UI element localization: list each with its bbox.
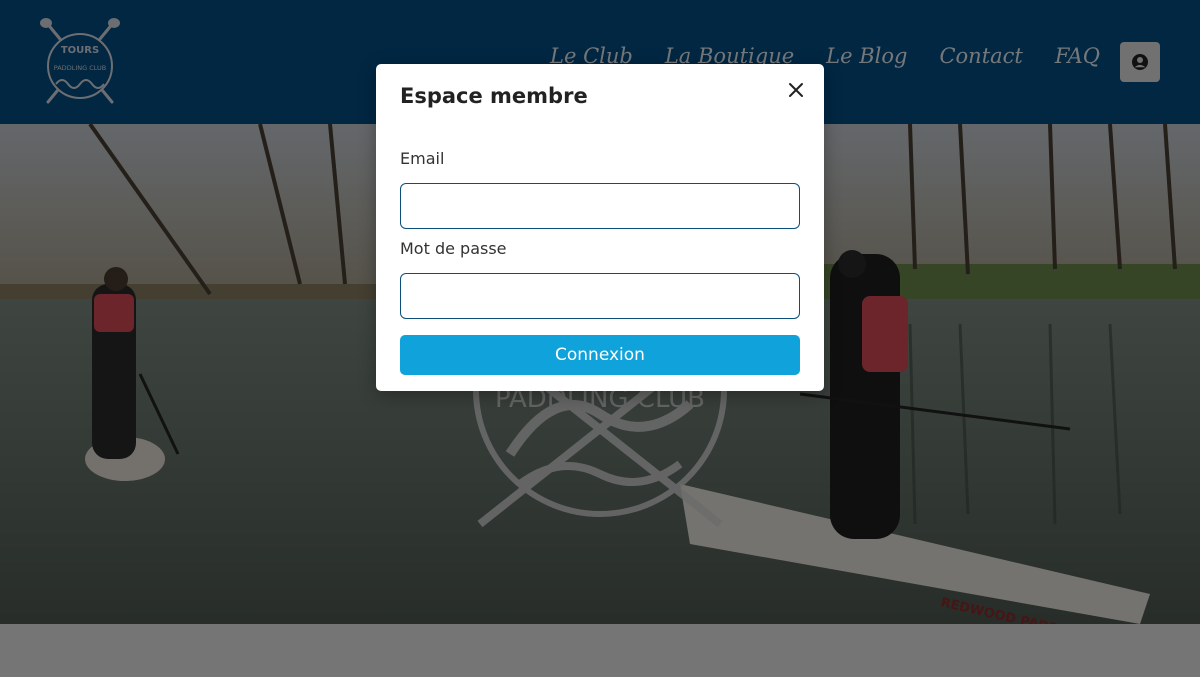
email-label: Email xyxy=(400,149,445,168)
close-icon xyxy=(789,83,803,97)
login-button[interactable]: Connexion xyxy=(400,335,800,375)
email-input[interactable] xyxy=(400,183,800,229)
password-input[interactable] xyxy=(400,273,800,319)
password-label: Mot de passe xyxy=(400,239,507,258)
modal-title: Espace membre xyxy=(400,84,588,108)
login-modal: Espace membre Email Mot de passe Connexi… xyxy=(376,64,824,391)
close-button[interactable] xyxy=(784,78,808,102)
